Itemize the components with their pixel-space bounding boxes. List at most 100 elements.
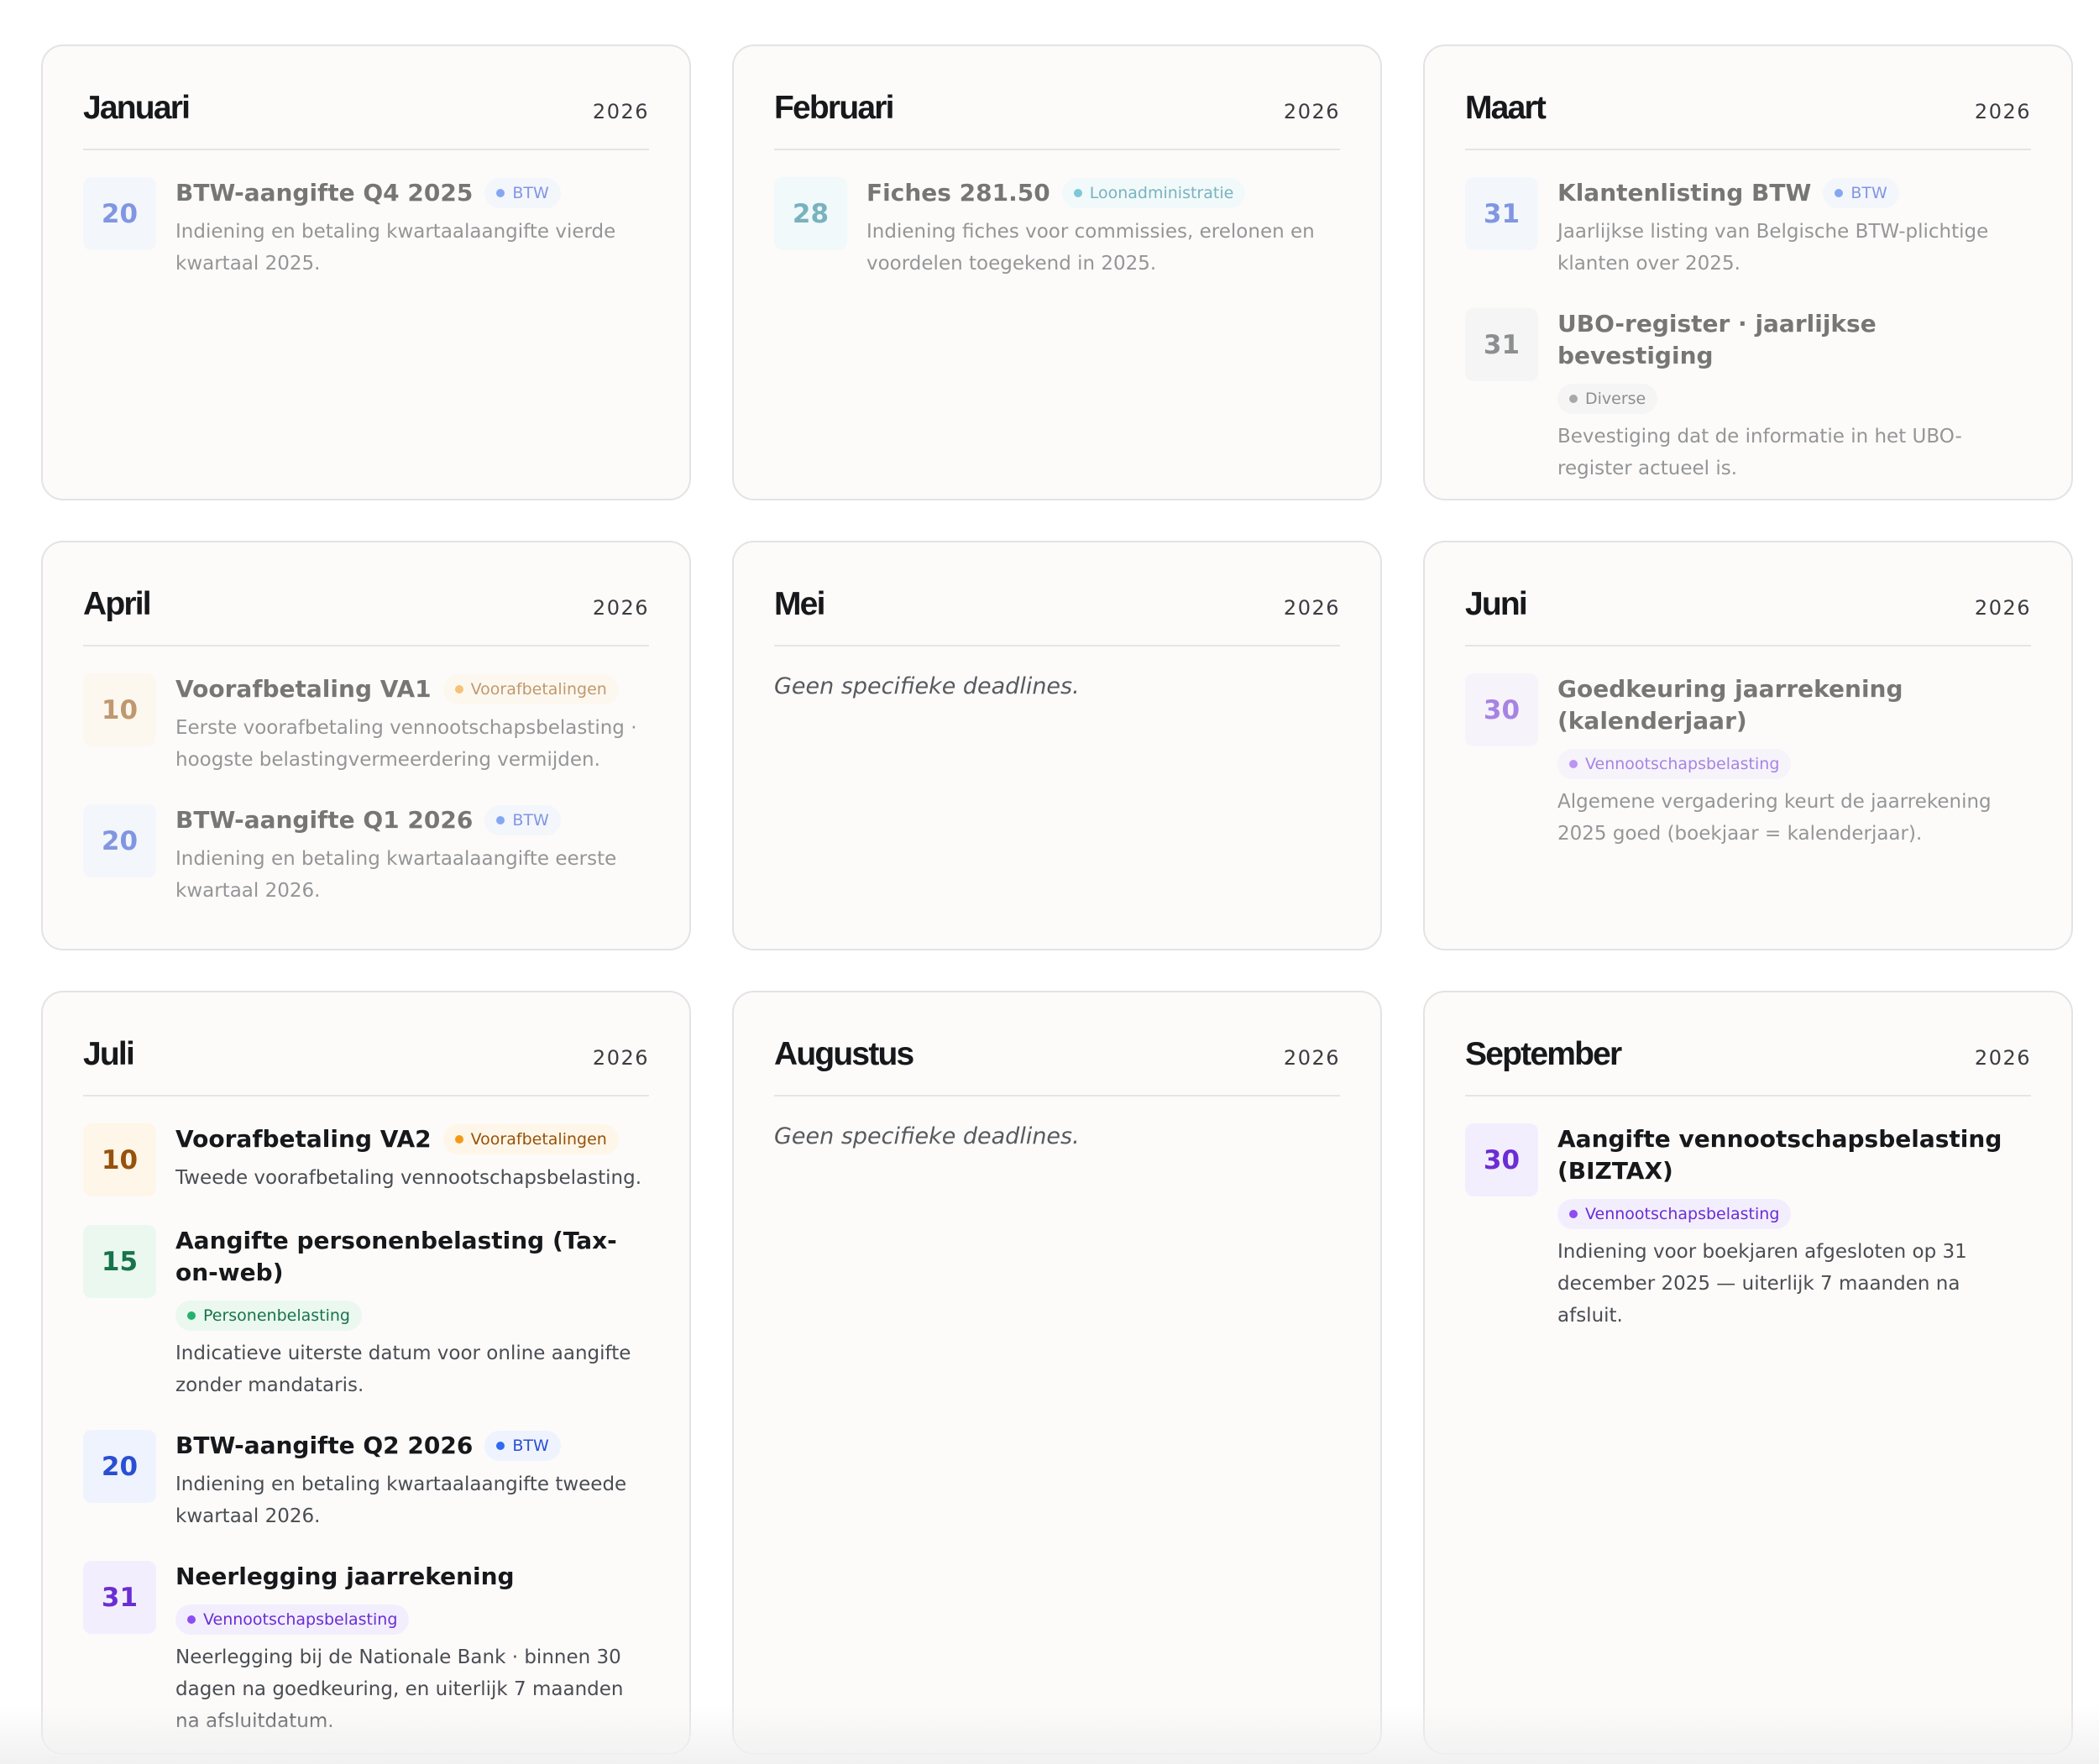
deadline-description: Neerlegging bij de Nationale Bank · binn… <box>175 1646 624 1732</box>
deadline-body: BTW-aangifte Q1 2026 BTW Indiening en beta… <box>175 804 649 907</box>
deadline-title: BTW-aangifte Q4 2025 <box>175 179 474 207</box>
category-badge: Voorafbetalingen <box>442 1124 619 1154</box>
category-dot-icon <box>1569 395 1578 403</box>
empty-state-text: Geen specifieke deadlines. <box>774 1123 1080 1149</box>
deadline-list: 31 Klantenlisting BTW BTW Jaarlijkse listin… <box>1465 177 2031 484</box>
category-dot-icon <box>496 1442 505 1450</box>
category-dot-icon <box>187 1311 196 1320</box>
month-year: 2026 <box>592 1046 649 1070</box>
deadline-title-row: UBO-register · jaarlijkse bevestiging Div… <box>1557 308 2031 414</box>
category-badge-label: Diverse <box>1585 390 1646 408</box>
deadline-body: Klantenlisting BTW BTW Jaarlijkse listing … <box>1557 177 2031 280</box>
month-card-juli: Juli 2026 10 Voorafbetaling VA2 Voorafbetali… <box>41 991 691 1755</box>
deadline-title: Aangifte vennootschapsbelasting (BIZTAX) <box>1557 1125 2002 1185</box>
deadline-body: BTW-aangifte Q2 2026 BTW Indiening en beta… <box>175 1430 649 1532</box>
category-dot-icon <box>496 816 505 824</box>
month-card-juni: Juni 2026 30 Goedkeuring jaarrekening (kale… <box>1423 541 2073 950</box>
deadline-item[interactable]: 20 BTW-aangifte Q4 2025 BTW Indiening en be… <box>83 177 649 280</box>
deadline-item[interactable]: 31 Neerlegging jaarrekening Vennootschapsb… <box>83 1561 649 1737</box>
deadline-item[interactable]: 10 Voorafbetaling VA2 Voorafbetalingen Twee… <box>83 1123 649 1196</box>
deadline-list: 30 Aangifte vennootschapsbelasting (BIZTA… <box>1465 1123 2031 1332</box>
month-year: 2026 <box>1974 1046 2031 1070</box>
deadline-item[interactable]: 28 Fiches 281.50 Loonadministratie Indienin… <box>774 177 1340 280</box>
category-badge: BTW <box>484 178 561 208</box>
deadline-day: 30 <box>1465 1123 1538 1196</box>
deadline-title-row: Voorafbetaling VA1 Voorafbetalingen <box>175 673 649 705</box>
month-title: Maart <box>1465 90 1547 126</box>
deadline-title: Goedkeuring jaarrekening (kalenderjaar) <box>1557 675 1903 735</box>
month-title: Februari <box>774 90 894 126</box>
deadline-day: 20 <box>83 804 156 877</box>
deadline-day: 28 <box>774 177 847 250</box>
category-badge: Voorafbetalingen <box>442 674 619 704</box>
deadline-list: 20 BTW-aangifte Q4 2025 BTW Indiening en be… <box>83 177 649 280</box>
month-title: April <box>83 586 152 622</box>
month-header: Juni 2026 <box>1465 586 2031 646</box>
category-dot-icon <box>454 685 463 694</box>
category-badge-label: BTW <box>512 1437 549 1455</box>
category-dot-icon <box>1569 1210 1578 1218</box>
month-title: Juli <box>83 1036 135 1072</box>
deadline-description: Indiening en betaling kwartaalaangifte v… <box>175 221 616 275</box>
deadline-title-row: BTW-aangifte Q4 2025 BTW <box>175 177 649 209</box>
deadline-body: Goedkeuring jaarrekening (kalenderjaar) V… <box>1557 673 2031 850</box>
deadline-description: Jaarlijkse listing van Belgische BTW-pli… <box>1557 221 1989 275</box>
category-badge: Vennootschapsbelasting <box>175 1604 410 1635</box>
month-year: 2026 <box>1283 100 1340 123</box>
deadline-item[interactable]: 15 Aangifte personenbelasting (Tax-on-web… <box>83 1225 649 1401</box>
deadline-item[interactable]: 31 Klantenlisting BTW BTW Jaarlijkse listin… <box>1465 177 2031 280</box>
deadline-body: BTW-aangifte Q4 2025 BTW Indiening en beta… <box>175 177 649 280</box>
category-badge-label: Voorafbetalingen <box>470 1130 607 1149</box>
deadline-body: Voorafbetaling VA2 Voorafbetalingen Tweede… <box>175 1123 649 1196</box>
deadline-description: Indiening en betaling kwartaalaangifte e… <box>175 848 617 902</box>
deadline-body: UBO-register · jaarlijkse bevestiging Div… <box>1557 308 2031 484</box>
deadline-title-row: BTW-aangifte Q2 2026 BTW <box>175 1430 649 1462</box>
category-badge-label: Voorafbetalingen <box>470 680 607 699</box>
month-title: Mei <box>774 586 825 622</box>
category-badge: Vennootschapsbelasting <box>1557 749 1792 779</box>
deadline-day: 15 <box>83 1225 156 1298</box>
deadline-item[interactable]: 10 Voorafbetaling VA1 Voorafbetalingen Eers… <box>83 673 649 776</box>
deadline-title: Aangifte personenbelasting (Tax-on-web) <box>175 1227 617 1286</box>
deadline-title: BTW-aangifte Q1 2026 <box>175 806 474 834</box>
category-dot-icon <box>1569 760 1578 768</box>
month-card-augustus: Augustus 2026 Geen specifieke deadlines. <box>732 991 1382 1755</box>
month-year: 2026 <box>1283 1046 1340 1070</box>
category-dot-icon <box>1073 189 1082 197</box>
category-badge: Personenbelasting <box>175 1301 362 1331</box>
deadline-title-row: Neerlegging jaarrekening Vennootschapsbel… <box>175 1561 649 1635</box>
month-header: Januari 2026 <box>83 90 649 150</box>
deadline-item[interactable]: 20 BTW-aangifte Q2 2026 BTW Indiening en be… <box>83 1430 649 1532</box>
deadline-title-row: Fiches 281.50 Loonadministratie <box>866 177 1340 209</box>
deadline-item[interactable]: 30 Goedkeuring jaarrekening (kalenderjaar… <box>1465 673 2031 850</box>
month-header: Mei 2026 <box>774 586 1340 646</box>
deadline-description: Tweede voorafbetaling vennootschapsbelas… <box>175 1167 642 1189</box>
deadline-description: Algemene vergadering keurt de jaarrekeni… <box>1557 791 1992 845</box>
deadline-body: Neerlegging jaarrekening Vennootschapsbel… <box>175 1561 649 1737</box>
category-dot-icon <box>187 1615 196 1624</box>
deadline-title: Voorafbetaling VA2 <box>175 1125 432 1153</box>
month-year: 2026 <box>1974 596 2031 620</box>
month-header: Augustus 2026 <box>774 1036 1340 1097</box>
category-badge-label: Vennootschapsbelasting <box>203 1610 398 1629</box>
month-header: Februari 2026 <box>774 90 1340 150</box>
deadline-title-row: Klantenlisting BTW BTW <box>1557 177 2031 209</box>
deadline-title-row: Aangifte vennootschapsbelasting (BIZTAX)… <box>1557 1123 2031 1229</box>
deadline-item[interactable]: 31 UBO-register · jaarlijkse bevestiging D… <box>1465 308 2031 484</box>
month-year: 2026 <box>592 596 649 620</box>
deadline-item[interactable]: 20 BTW-aangifte Q1 2026 BTW Indiening en be… <box>83 804 649 907</box>
month-title: Augustus <box>774 1036 914 1072</box>
category-badge: BTW <box>1823 178 1899 208</box>
deadline-title: Voorafbetaling VA1 <box>175 675 432 703</box>
category-badge: Diverse <box>1557 384 1658 414</box>
category-badge-label: BTW <box>512 184 549 202</box>
deadline-description: Bevestiging dat de informatie in het UBO… <box>1557 426 1962 479</box>
deadline-item[interactable]: 30 Aangifte vennootschapsbelasting (BIZTA… <box>1465 1123 2031 1332</box>
deadline-description: Eerste voorafbetaling vennootschapsbelas… <box>175 717 637 771</box>
deadline-day: 31 <box>83 1561 156 1634</box>
deadline-list: 30 Goedkeuring jaarrekening (kalenderjaar… <box>1465 673 2031 850</box>
deadline-description: Indiening voor boekjaren afgesloten op 3… <box>1557 1241 1967 1327</box>
deadline-description: Indiening fiches voor commissies, erelon… <box>866 221 1315 275</box>
deadline-description: Indiening en betaling kwartaalaangifte t… <box>175 1473 627 1527</box>
category-badge-label: BTW <box>512 811 549 830</box>
